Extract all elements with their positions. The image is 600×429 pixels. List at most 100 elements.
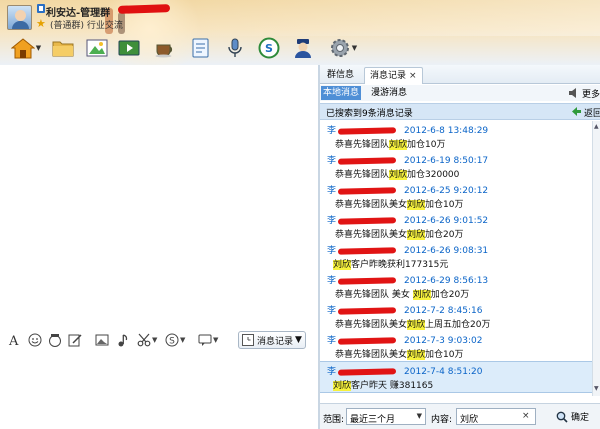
keyword-highlight: 刘欣 <box>412 290 431 300</box>
back-arrow-icon[interactable] <box>572 107 581 116</box>
message-text: 刘欣客户昨天 赚381165 <box>333 381 434 391</box>
message-header: 李 2012-7-2 8:45:16 <box>327 303 482 316</box>
list-item[interactable]: 李 2012-6-8 13:48:29 恭喜先锋团队刘欣加仓10万 <box>320 121 592 151</box>
redaction-mark <box>337 306 397 315</box>
keyword-highlight: 刘欣 <box>407 350 426 360</box>
confirm-search-button[interactable]: 确定 <box>556 408 600 425</box>
doodle-button[interactable] <box>68 332 82 348</box>
message-time: 2012-6-26 9:01:52 <box>404 216 489 226</box>
results-scrollbar[interactable]: ▲ ▼ <box>592 121 600 396</box>
keyword-highlight: 刘欣 <box>407 230 426 240</box>
list-item[interactable]: 李 2012-6-26 9:01:52 恭喜先锋团队美女刘欣加仓20万 <box>320 211 592 241</box>
more-link[interactable]: 更多 <box>582 87 600 100</box>
video-button[interactable] <box>116 34 142 62</box>
music-button[interactable] <box>116 332 130 348</box>
redaction-mark <box>337 246 397 255</box>
message-header: 李 2012-6-25 9:20:12 <box>327 183 488 196</box>
chevron-down-icon: ▼ <box>416 412 422 420</box>
keyword-highlight: 刘欣 <box>333 260 352 270</box>
chevron-down-icon: ▼ <box>180 336 186 344</box>
redaction-mark <box>337 336 397 345</box>
keyword-highlight: 刘欣 <box>389 170 408 180</box>
keyword-highlight: 刘欣 <box>407 320 426 330</box>
redaction-mark <box>337 367 397 376</box>
header-background-shade <box>180 0 600 36</box>
subtab-local[interactable]: 本地消息 <box>321 86 362 100</box>
list-item[interactable]: 李 2012-6-26 9:08:31 刘欣客户昨晚获利177315元 <box>320 241 592 271</box>
list-item[interactable]: 李 2012-7-3 9:03:02 恭喜先锋团队美女刘欣加仓10万 <box>320 331 592 361</box>
message-time: 2012-6-29 8:56:13 <box>404 276 489 286</box>
list-item[interactable]: 李 2012-6-29 8:56:13 恭喜先锋团队 美女 刘欣加仓20万 <box>320 271 592 301</box>
confirm-label: 确定 <box>571 413 590 423</box>
home-button[interactable]: ▼ <box>6 34 46 62</box>
redaction-mark <box>337 186 397 195</box>
group-avatar[interactable] <box>7 5 32 30</box>
chat-area: A ▼ S ▼ ▼ 消息记录 ▼ <box>0 65 318 429</box>
speaker-icon[interactable] <box>568 87 580 99</box>
screenshot-button[interactable]: ▼ <box>137 332 157 348</box>
redaction-mark <box>337 216 397 225</box>
redaction-mark <box>337 126 397 135</box>
message-header: 李 2012-6-19 8:50:17 <box>327 153 488 166</box>
message-time: 2012-6-19 8:50:17 <box>404 156 489 166</box>
search-bar: 范围: 最近三个月 ▼ 内容: 刘欣 × 确定 <box>320 403 600 429</box>
red-packet-button[interactable]: S ▼ <box>165 332 185 348</box>
group-admin-button[interactable] <box>290 34 316 62</box>
message-text: 恭喜先锋团队美女刘欣加仓10万 <box>335 200 464 210</box>
chat-header: 利安达-管理群 ★ (普通群) 行业交流 ▼ S ▼ <box>0 0 600 65</box>
range-value: 最近三个月 <box>350 415 396 425</box>
settings-button[interactable]: ▼ <box>326 34 360 62</box>
subtab-roaming[interactable]: 漫游消息 <box>369 86 409 100</box>
tab-group-info[interactable]: 群信息 <box>322 67 359 84</box>
list-item-selected[interactable]: 李 2012-7-4 8:51:20 刘欣客户昨天 赚381165 <box>320 361 592 393</box>
soso-button[interactable]: S <box>256 34 282 62</box>
message-input[interactable] <box>0 351 318 429</box>
message-display[interactable] <box>0 65 318 327</box>
tab-message-record[interactable]: 消息记录 × <box>364 67 423 84</box>
shared-files-button[interactable] <box>50 34 76 62</box>
voice-button[interactable] <box>222 34 248 62</box>
scroll-up-icon[interactable]: ▲ <box>594 123 599 130</box>
more-tools-button[interactable]: ▼ <box>198 332 218 348</box>
folder-icon <box>52 41 74 57</box>
message-text: 恭喜先锋团队刘欣加仓320000 <box>335 170 460 180</box>
font-icon: A <box>8 334 19 347</box>
search-input-value: 刘欣 <box>460 415 479 425</box>
list-item[interactable]: 李 2012-6-19 8:50:17 恭喜先锋团队刘欣加仓320000 <box>320 151 592 181</box>
keyword-highlight: 刘欣 <box>389 140 408 150</box>
message-sender: 李 <box>327 216 337 226</box>
side-panel: 群信息 消息记录× 本地消息 漫游消息 更多 已搜索到9条消息记录 返回 李 <box>320 65 600 429</box>
message-time: 2012-6-25 9:20:12 <box>404 186 489 196</box>
message-time: 2012-7-3 9:03:02 <box>404 336 483 346</box>
settings-icon <box>330 39 349 57</box>
group-notice-button[interactable] <box>188 34 214 62</box>
range-label: 范围: <box>323 415 345 425</box>
group-album-button[interactable] <box>84 34 110 62</box>
emoji-button[interactable] <box>28 332 42 348</box>
message-header: 李 2012-6-26 9:08:31 <box>327 243 488 256</box>
chevron-down-icon: ▼ <box>35 44 42 52</box>
range-select[interactable]: 最近三个月 ▼ <box>346 408 426 425</box>
message-text: 恭喜先锋团队美女刘欣加仓20万 <box>335 230 464 240</box>
message-time: 2012-6-26 9:08:31 <box>404 246 489 256</box>
message-sender: 李 <box>327 186 337 196</box>
close-icon[interactable]: × <box>409 71 417 81</box>
message-record-button[interactable]: 消息记录 ▼ <box>238 331 306 349</box>
scroll-down-icon[interactable]: ▼ <box>594 385 599 392</box>
magic-emoji-button[interactable] <box>48 332 62 348</box>
message-time: 2012-7-2 8:45:16 <box>404 306 483 316</box>
send-image-button[interactable] <box>95 332 109 348</box>
font-button[interactable]: A <box>7 332 21 348</box>
message-time: 2012-6-8 13:48:29 <box>404 126 489 136</box>
image-icon <box>95 334 109 346</box>
edit-icon <box>68 334 82 347</box>
back-link[interactable]: 返回 <box>584 106 600 119</box>
list-item[interactable]: 李 2012-6-25 9:20:12 恭喜先锋团队美女刘欣加仓10万 <box>320 181 592 211</box>
message-header: 李 2012-6-26 9:01:52 <box>327 213 488 226</box>
search-results-list: 李 2012-6-8 13:48:29 恭喜先锋团队刘欣加仓10万 李 2012-6… <box>320 121 592 396</box>
group-activity-button[interactable] <box>152 34 178 62</box>
list-item[interactable]: 李 2012-7-2 8:45:16 恭喜先锋团队美女刘欣上周五加仓20万 <box>320 301 592 331</box>
notes-icon <box>192 38 209 58</box>
group-badge-icon <box>37 4 45 13</box>
clear-icon[interactable]: × <box>522 411 530 421</box>
